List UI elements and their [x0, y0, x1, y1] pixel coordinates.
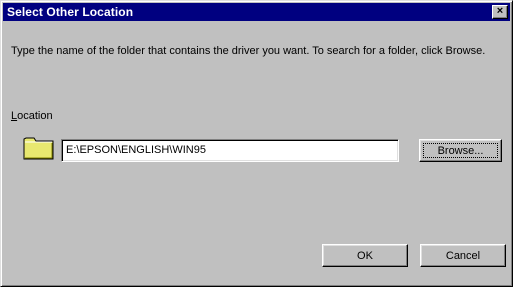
- cancel-button[interactable]: Cancel: [420, 244, 506, 267]
- title-bar[interactable]: Select Other Location ×: [3, 3, 510, 21]
- dialog-title: Select Other Location: [7, 5, 134, 19]
- close-button[interactable]: ×: [492, 5, 508, 19]
- location-label-rest: ocation: [17, 110, 53, 122]
- location-path-input[interactable]: E:\EPSON\ENGLISH\WIN95: [61, 139, 399, 162]
- ok-button[interactable]: OK: [322, 244, 408, 267]
- close-icon: ×: [496, 5, 504, 17]
- select-other-location-dialog: Select Other Location × Type the name of…: [0, 0, 513, 287]
- instructions-text: Type the name of the folder that contain…: [11, 45, 486, 57]
- location-path-value: E:\EPSON\ENGLISH\WIN95: [66, 144, 206, 156]
- browse-button-label: Browse...: [437, 145, 484, 157]
- browse-button[interactable]: Browse...: [419, 139, 502, 162]
- cancel-button-label: Cancel: [445, 250, 481, 262]
- folder-icon: [23, 134, 55, 160]
- location-label: Location: [11, 110, 53, 122]
- ok-button-label: OK: [357, 250, 373, 262]
